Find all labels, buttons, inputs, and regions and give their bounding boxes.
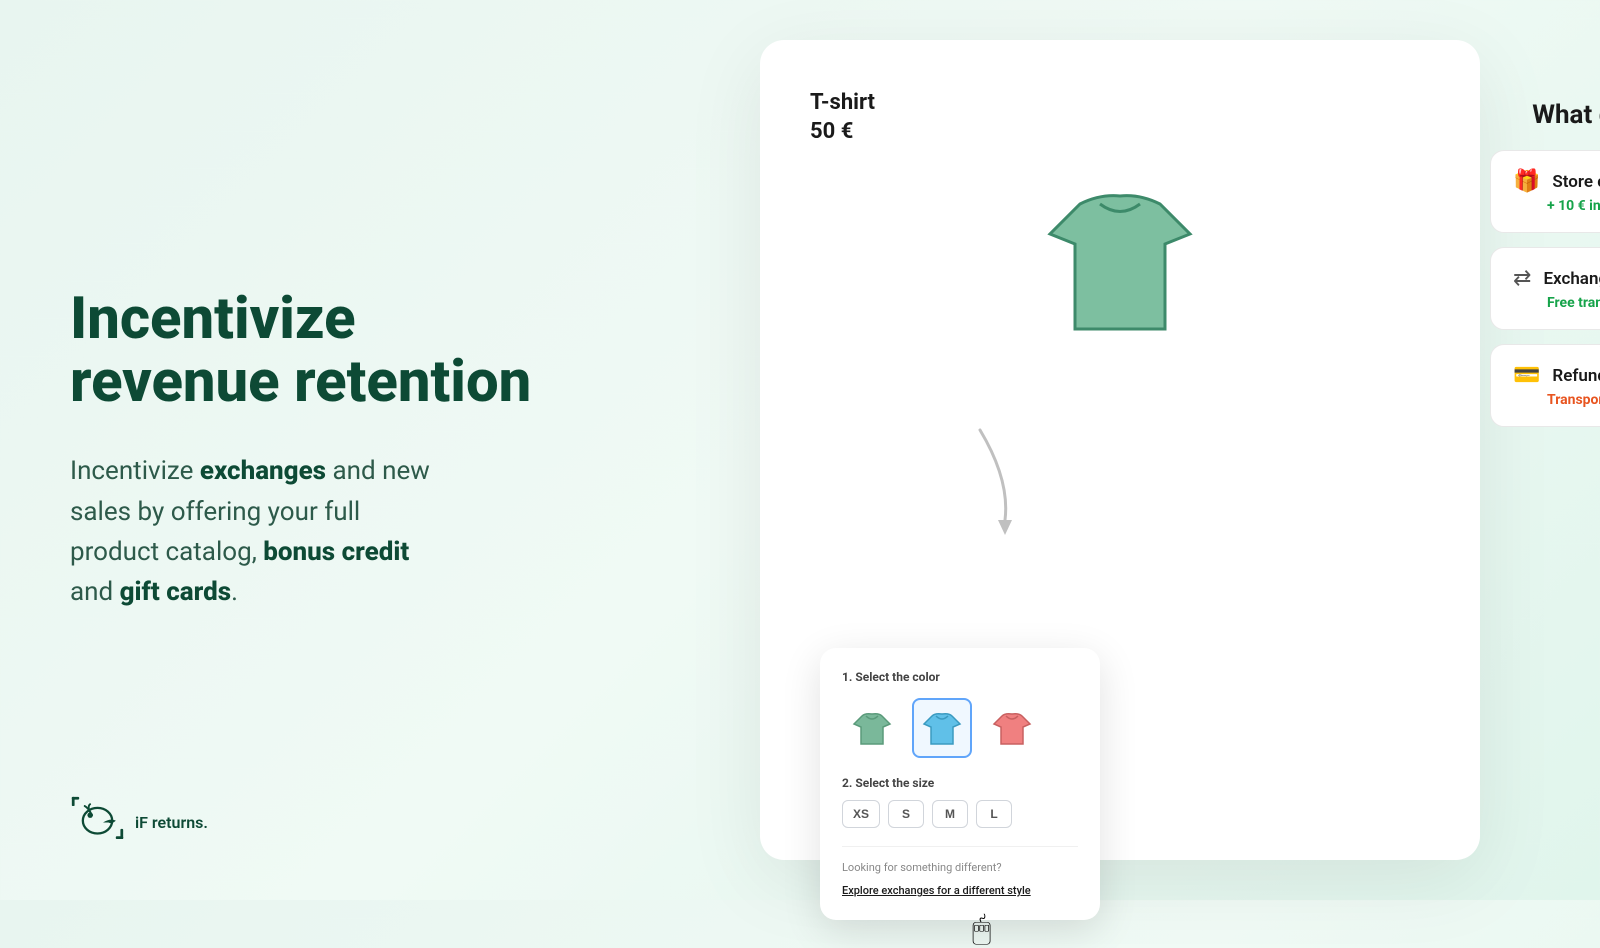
exchange-badge: Free transportation — [1547, 295, 1600, 311]
size-s[interactable]: S — [888, 800, 924, 828]
color-swatch-pink[interactable] — [982, 698, 1042, 758]
color-swatch-blue[interactable] — [912, 698, 972, 758]
store-credit-badge: + 10 € in your refund — [1547, 198, 1600, 214]
tshirt-svg — [1020, 164, 1220, 364]
arrow-decoration — [950, 420, 1050, 540]
logo-icon — [70, 795, 125, 850]
size-m[interactable]: M — [932, 800, 968, 828]
size-options[interactable]: XS S M L — [842, 800, 1078, 828]
ui-card: T-shirt 50 € 1. Select the color — [760, 40, 1480, 860]
store-credit-title: Store credit — [1552, 172, 1600, 192]
product-name: T-shirt — [810, 90, 875, 115]
option-store-credit-header: 🎁 Store credit — [1513, 169, 1600, 194]
option-refund[interactable]: 💳 Refund Transport costs — [1490, 344, 1600, 427]
option-refund-header: 💳 Refund — [1513, 363, 1600, 388]
cursor-icon: 🖱 — [972, 909, 991, 948]
gift-icon: 🎁 — [1513, 169, 1540, 194]
logo: iF returns. — [70, 795, 208, 850]
explore-hint: Looking for something different? — [842, 861, 1078, 874]
option-exchange-header: ⇄ Exchange — [1513, 266, 1600, 291]
product-area: T-shirt 50 € — [810, 90, 1430, 144]
refund-title: Refund — [1552, 366, 1600, 386]
size-l[interactable]: L — [976, 800, 1012, 828]
right-panel: T-shirt 50 € 1. Select the color — [640, 0, 1600, 900]
logo-text: iF returns. — [135, 813, 208, 832]
exchange-icon: ⇄ — [1513, 266, 1531, 291]
page-title: Incentivize revenue retention — [70, 288, 570, 416]
left-panel: Incentivize revenue retention Incentiviz… — [0, 0, 640, 900]
tshirt-illustration — [810, 164, 1430, 364]
refund-badge: Transport costs — [1547, 392, 1600, 408]
color-label: 1. Select the color — [842, 670, 1078, 684]
color-options — [842, 698, 1078, 758]
size-xs[interactable]: XS — [842, 800, 880, 828]
description: Incentivize exchanges and new sales by o… — [70, 451, 570, 612]
options-panel: What do you want to do? 🎁 Store credit +… — [1490, 100, 1600, 427]
option-store-credit[interactable]: 🎁 Store credit + 10 € in your refund — [1490, 150, 1600, 233]
refund-icon: 💳 — [1513, 363, 1540, 388]
explore-link[interactable]: Explore exchanges for a different style — [842, 884, 1031, 897]
color-swatch-green[interactable] — [842, 698, 902, 758]
exchange-title: Exchange — [1543, 269, 1600, 289]
size-label: 2. Select the size — [842, 776, 1078, 790]
explore-section: Looking for something different? Explore… — [842, 846, 1078, 898]
options-title: What do you want to do? — [1490, 100, 1600, 130]
product-price: 50 € — [810, 119, 853, 144]
option-exchange[interactable]: ⇄ Exchange Free transportation — [1490, 247, 1600, 330]
color-selector-popup: 1. Select the color — [820, 648, 1100, 920]
